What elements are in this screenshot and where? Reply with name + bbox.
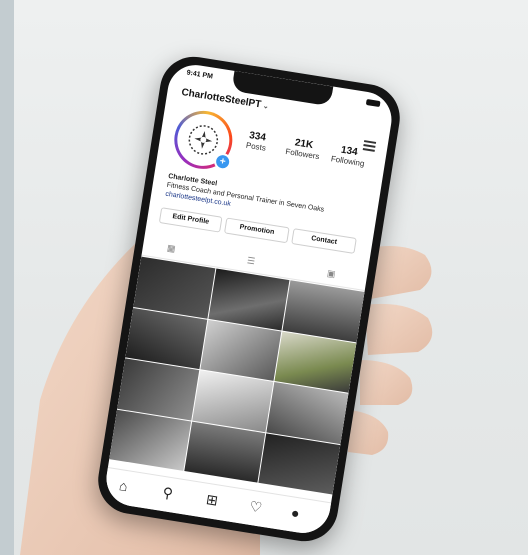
contact-button[interactable]: Contact bbox=[291, 228, 357, 254]
profile-icon[interactable]: ● bbox=[290, 504, 301, 521]
followers-stat[interactable]: 21K Followers bbox=[285, 136, 322, 161]
avatar[interactable]: + bbox=[170, 106, 237, 174]
post-thumbnail[interactable] bbox=[183, 421, 266, 483]
heart-icon[interactable]: ♡ bbox=[248, 498, 263, 517]
posts-label: Posts bbox=[245, 140, 267, 153]
add-story-icon[interactable]: + bbox=[212, 151, 233, 172]
chevron-down-icon: ⌄ bbox=[262, 102, 270, 111]
home-icon[interactable]: ⌂ bbox=[118, 477, 129, 494]
add-icon[interactable]: ⊞ bbox=[205, 491, 219, 510]
edit-profile-button[interactable]: Edit Profile bbox=[158, 207, 223, 233]
search-icon[interactable]: ⚲ bbox=[161, 484, 175, 502]
following-stat[interactable]: 134 Following bbox=[330, 143, 367, 169]
tagged-icon[interactable]: ▣ bbox=[326, 268, 336, 280]
battery-icon bbox=[365, 98, 381, 108]
posts-stat: 334 Posts bbox=[245, 130, 268, 153]
grid-icon[interactable]: ▦ bbox=[166, 243, 176, 255]
post-thumbnail[interactable] bbox=[258, 432, 341, 495]
promotions-button[interactable]: Promotion bbox=[223, 217, 290, 244]
status-time: 9:41 PM bbox=[186, 69, 214, 81]
post-thumbnail[interactable] bbox=[109, 409, 191, 471]
post-grid bbox=[109, 256, 365, 495]
list-icon[interactable]: ☰ bbox=[246, 255, 256, 267]
